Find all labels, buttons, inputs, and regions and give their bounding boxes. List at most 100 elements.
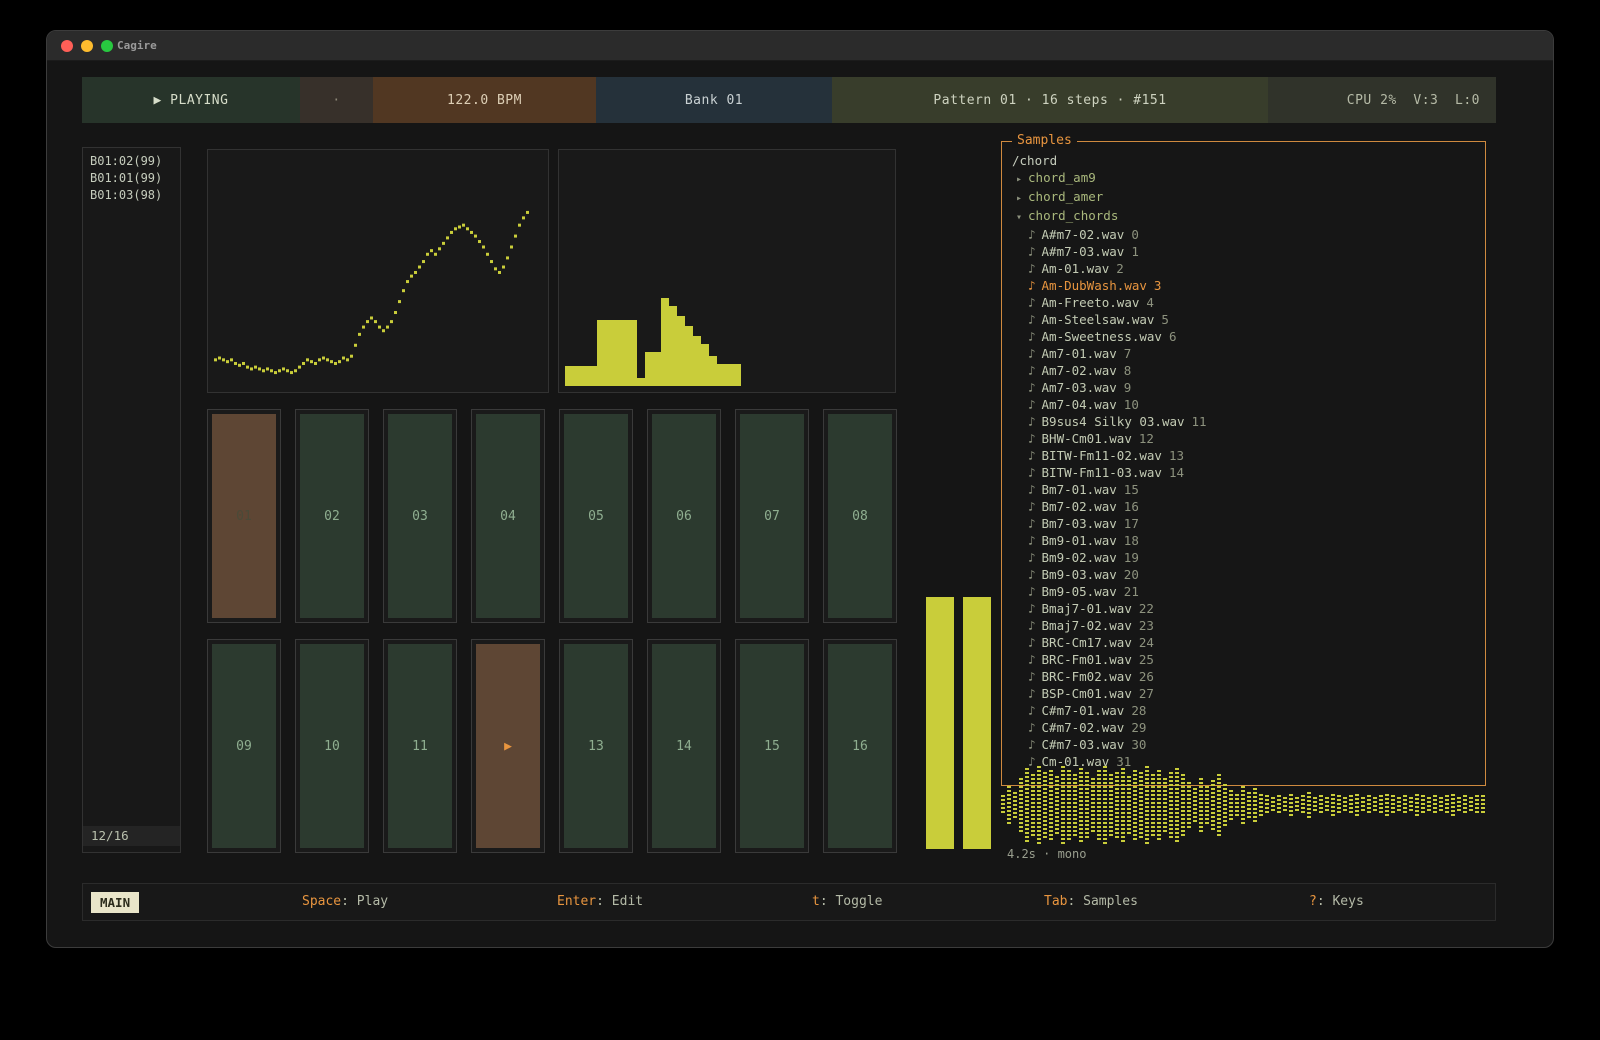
waveform-column (1355, 794, 1359, 817)
key-hint-tab: Tab: Samples (1044, 884, 1138, 920)
waveform-column (1085, 772, 1089, 838)
sample-index: 13 (1169, 448, 1184, 463)
sample-file[interactable]: ♪Bm9-05.wav21 (1012, 583, 1475, 600)
pad-07[interactable]: 07 (735, 409, 809, 623)
sample-file[interactable]: ♪A#m7-02.wav0 (1012, 226, 1475, 243)
sample-name: BRC-Fm02.wav (1042, 669, 1132, 684)
pad-grid: 0102030405060708 091011▶13141516 (207, 409, 897, 853)
sample-name: Bmaj7-02.wav (1042, 618, 1132, 633)
close-button[interactable] (61, 40, 73, 52)
sample-file[interactable]: ♪BITW-Fm11-03.wav14 (1012, 464, 1475, 481)
sample-file[interactable]: ♪C#m7-01.wav28 (1012, 702, 1475, 719)
sample-file[interactable]: ♪Am-Steelsaw.wav5 (1012, 311, 1475, 328)
note-icon: ♪ (1028, 328, 1036, 345)
sample-file[interactable]: ♪Bm9-01.wav18 (1012, 532, 1475, 549)
waveform-column (1259, 794, 1263, 817)
sample-folder[interactable]: ▸chord_am9 (1012, 169, 1475, 188)
note-icon: ♪ (1028, 668, 1036, 685)
sample-file[interactable]: ♪Am-Freeto.wav4 (1012, 294, 1475, 311)
waveform-column (1163, 778, 1167, 833)
sample-file[interactable]: ♪C#m7-02.wav29 (1012, 719, 1475, 736)
waveform-column (1409, 797, 1413, 813)
titlebar: Cagire (47, 31, 1553, 61)
sample-folder[interactable]: ▾chord_chords (1012, 207, 1475, 226)
pad-label: 13 (564, 644, 628, 848)
sample-file[interactable]: ♪Am7-02.wav8 (1012, 362, 1475, 379)
pad-05[interactable]: 05 (559, 409, 633, 623)
sample-folder[interactable]: ▸chord_amer (1012, 188, 1475, 207)
sample-file[interactable]: ♪BRC-Cm17.wav24 (1012, 634, 1475, 651)
sample-file[interactable]: ♪Am7-03.wav9 (1012, 379, 1475, 396)
waveform-column (1055, 776, 1059, 835)
note-icon: ♪ (1028, 515, 1036, 532)
pad-10[interactable]: 10 (295, 639, 369, 853)
sample-index: 21 (1124, 584, 1139, 599)
note-icon: ♪ (1028, 617, 1036, 634)
zoom-button[interactable] (101, 40, 113, 52)
sample-file[interactable]: ♪B9sus4 Silky 03.wav11 (1012, 413, 1475, 430)
pad-▶[interactable]: ▶ (471, 639, 545, 853)
bank-display[interactable]: Bank 01 (596, 77, 832, 123)
minimize-button[interactable] (81, 40, 93, 52)
sample-file[interactable]: ♪Bm7-03.wav17 (1012, 515, 1475, 532)
sample-file[interactable]: ♪Bm7-02.wav16 (1012, 498, 1475, 515)
waveform-column (1451, 794, 1455, 817)
sample-file[interactable]: ♪A#m7-03.wav1 (1012, 243, 1475, 260)
waveform-column (1343, 797, 1347, 813)
pad-02[interactable]: 02 (295, 409, 369, 623)
sample-file[interactable]: ♪Am-DubWash.wav3 (1012, 277, 1475, 294)
sample-file[interactable]: ♪BRC-Fm02.wav26 (1012, 668, 1475, 685)
waveform-column (1067, 770, 1071, 840)
pattern-display[interactable]: Pattern 01 · 16 steps · #151 (832, 77, 1268, 123)
waveform-column (1049, 770, 1053, 840)
waveform-column (1097, 770, 1101, 840)
pad-16[interactable]: 16 (823, 639, 897, 853)
metronome-indicator[interactable]: · (300, 77, 373, 123)
sample-index: 19 (1124, 550, 1139, 565)
waveform-column (1253, 788, 1257, 823)
pad-13[interactable]: 13 (559, 639, 633, 853)
waveform-column (1241, 786, 1245, 825)
waveform-column (1265, 795, 1269, 815)
pad-15[interactable]: 15 (735, 639, 809, 853)
sample-file[interactable]: ♪BITW-Fm11-02.wav13 (1012, 447, 1475, 464)
sample-file[interactable]: ♪Bmaj7-01.wav22 (1012, 600, 1475, 617)
sample-file[interactable]: ♪BSP-Cm01.wav27 (1012, 685, 1475, 702)
pad-09[interactable]: 09 (207, 639, 281, 853)
waveform-column (1385, 794, 1389, 817)
sample-file[interactable]: ♪BRC-Fm01.wav25 (1012, 651, 1475, 668)
chevron-icon: ▾ (1016, 209, 1022, 226)
note-icon: ♪ (1028, 532, 1036, 549)
pad-01[interactable]: 01 (207, 409, 281, 623)
pad-label: 10 (300, 644, 364, 848)
hint-action: : Keys (1317, 894, 1364, 909)
pad-06[interactable]: 06 (647, 409, 721, 623)
sample-name: Am-Sweetness.wav (1042, 329, 1162, 344)
sample-file[interactable]: ♪Bmaj7-02.wav23 (1012, 617, 1475, 634)
pad-08[interactable]: 08 (823, 409, 897, 623)
sample-file[interactable]: ♪Am7-01.wav7 (1012, 345, 1475, 362)
sample-file[interactable]: ♪Am7-04.wav10 (1012, 396, 1475, 413)
bpm-display[interactable]: 122.0 BPM (373, 77, 596, 123)
sample-name: Am7-04.wav (1042, 397, 1117, 412)
pad-14[interactable]: 14 (647, 639, 721, 853)
samples-root-path: /chord (1012, 152, 1475, 169)
sample-file[interactable]: ♪Bm7-01.wav15 (1012, 481, 1475, 498)
hint-key: t (812, 894, 820, 909)
sample-index: 20 (1124, 567, 1139, 582)
sample-file[interactable]: ♪C#m7-03.wav30 (1012, 736, 1475, 753)
pad-04[interactable]: 04 (471, 409, 545, 623)
mode-badge: MAIN (91, 892, 139, 913)
sample-file[interactable]: ♪BHW-Cm01.wav12 (1012, 430, 1475, 447)
sample-file[interactable]: ♪Bm9-02.wav19 (1012, 549, 1475, 566)
sample-file[interactable]: ♪Am-Sweetness.wav6 (1012, 328, 1475, 345)
pad-03[interactable]: 03 (383, 409, 457, 623)
sample-name: C#m7-01.wav (1042, 703, 1125, 718)
sample-file[interactable]: ♪Bm9-03.wav20 (1012, 566, 1475, 583)
sample-file[interactable]: ♪Am-01.wav2 (1012, 260, 1475, 277)
note-icon: ♪ (1028, 464, 1036, 481)
pad-11[interactable]: 11 (383, 639, 457, 853)
sample-name: Bm7-03.wav (1042, 516, 1117, 531)
step-counter: 12/16 (83, 826, 180, 846)
transport-status[interactable]: ▶ PLAYING (82, 77, 300, 123)
